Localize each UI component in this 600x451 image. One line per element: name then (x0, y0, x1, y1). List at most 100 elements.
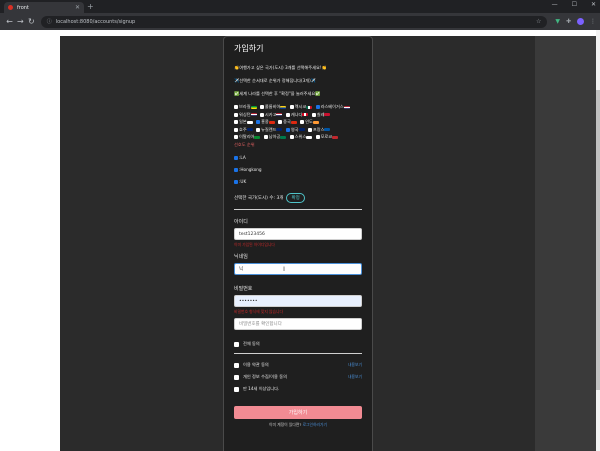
password-confirm-placeholder: 비밀번호를 확인합니다 (239, 322, 282, 327)
reload-icon[interactable]: ↻ (26, 17, 37, 26)
country-label: 라스베이거스 (320, 104, 344, 109)
country-checkbox[interactable] (234, 120, 238, 124)
login-note: 이미 계정이 있다면? 로그인하러가기 (234, 422, 362, 428)
selected-check-icon (234, 168, 238, 172)
login-link[interactable]: 로그인하러가기 (303, 422, 327, 427)
country-checkbox-checked[interactable] (285, 127, 290, 132)
divider (234, 209, 362, 210)
newzealand-flag-icon (276, 128, 283, 131)
country-checkbox[interactable] (234, 135, 238, 139)
browser-toolbar: ← → ↻ ⓘ localhost:8080/accounts/signup ☆… (0, 13, 600, 30)
notice-line: 👏여행가고 싶은 국가(도시) 3개를 선택해주세요!👏 (234, 65, 327, 70)
password-error: 비밀번호 형식에 맞지 않습니다 (234, 309, 284, 314)
confirm-button[interactable]: 확정 (286, 193, 305, 203)
brazil-flag-icon (250, 105, 257, 109)
country-list: 브라질 콜롬비아 멕시코 라스베이거스 워싱턴 시카고 캐나다 칠레 일본 홍콩… (234, 103, 362, 148)
scrollbar[interactable] (596, 30, 600, 451)
id-input[interactable]: test123456 (234, 228, 362, 240)
selected-item: :UK (234, 178, 362, 185)
country-label: 홍콩 (261, 119, 269, 124)
agree-all-label: 전체 동의 (243, 341, 260, 346)
tab-title: front (17, 4, 29, 11)
extensions-icon[interactable]: ✚ (566, 18, 571, 25)
profile-avatar[interactable] (577, 18, 584, 25)
scrollbar-thumb[interactable] (596, 90, 600, 390)
selected-label: :LA (239, 155, 246, 160)
new-tab-icon[interactable]: + (87, 2, 94, 12)
password-label: 비밀번호 (234, 286, 253, 292)
menu-icon[interactable]: ⋮ (590, 18, 596, 25)
term-view-link[interactable]: 내용보기 (348, 362, 362, 368)
country-label: 콜롬비아 (264, 104, 281, 109)
agree-all-row[interactable]: 전체 동의 (234, 341, 362, 347)
window-close-icon[interactable]: ✕ (591, 1, 596, 8)
country-label: 프랑스 (312, 126, 325, 132)
country-checkbox[interactable] (234, 105, 238, 109)
id-label: 아이디 (234, 219, 248, 225)
extensions: ▼ ✚ ⋮ (555, 18, 596, 25)
page-viewport: 가입하기 👏여행가고 싶은 국가(도시) 3개를 선택해주세요!👏 ✈️선택한 … (0, 30, 600, 451)
vue-devtools-icon[interactable]: ▼ (555, 18, 560, 25)
country-checkbox[interactable] (300, 120, 305, 124)
browser-tab[interactable]: front ✕ (4, 2, 84, 13)
back-icon[interactable]: ← (4, 17, 15, 26)
country-label: 인도 (305, 119, 313, 124)
country-checkbox-checked[interactable] (315, 105, 320, 109)
country-checkbox[interactable] (256, 127, 261, 132)
uk-flag-icon (298, 128, 305, 131)
term-label: 만 14세 이상입니다. (243, 386, 280, 391)
country-label: 일본 (239, 119, 247, 124)
country-label: 남아공 (268, 134, 281, 139)
country-checkbox[interactable] (307, 127, 312, 132)
maximize-icon[interactable]: ☐ (572, 1, 577, 8)
agree-all-checkbox[interactable] (234, 341, 239, 347)
term-label: 개인 정보 수집/이용 동의 (243, 374, 287, 379)
country-checkbox[interactable] (234, 127, 238, 132)
country-checkbox[interactable] (289, 135, 294, 139)
url-text: localhost:8080/accounts/signup (55, 18, 136, 25)
tab-close-icon[interactable]: ✕ (75, 4, 80, 11)
term-view-link[interactable]: 내용보기 (348, 374, 362, 380)
nickname-value: 닉 (239, 267, 244, 272)
country-label: 멕시코 (294, 104, 307, 109)
country-checkbox-checked[interactable] (256, 120, 261, 124)
country-label: 중국 (283, 119, 291, 124)
signup-card: 가입하기 👏여행가고 싶은 국가(도시) 3개를 선택해주세요!👏 ✈️선택한 … (223, 36, 373, 451)
australia-flag-icon (246, 128, 253, 131)
text-cursor-icon: I (283, 265, 285, 273)
selected-count-row: 선택한 국가(도시) 수: 3개 확정 (234, 193, 362, 203)
login-prefix: 이미 계정이 있다면? (268, 422, 302, 427)
term-checkbox[interactable] (234, 386, 239, 392)
country-label: 캐나다 (290, 111, 303, 117)
signup-button[interactable]: 가입하기 (234, 406, 362, 419)
forward-icon[interactable]: → (15, 17, 26, 26)
country-label: 이탈리아 (239, 134, 255, 139)
term-checkbox[interactable] (234, 362, 239, 368)
password-input[interactable]: ••••••• (234, 295, 362, 307)
nickname-input[interactable]: 닉I (234, 263, 362, 275)
usa-flag-icon (276, 113, 283, 116)
country-checkbox[interactable] (259, 112, 264, 117)
bookmark-star-icon[interactable]: ☆ (536, 18, 541, 25)
country-checkbox[interactable] (315, 135, 320, 139)
country-checkbox[interactable] (278, 120, 283, 124)
info-icon[interactable]: ⓘ (47, 18, 52, 25)
usa-flag-icon (343, 105, 350, 109)
country-checkbox[interactable] (263, 135, 268, 139)
password-confirm-input[interactable]: 비밀번호를 확인합니다 (234, 318, 362, 330)
country-row: 호주 뉴질랜드 영국 프랑스 (234, 126, 362, 134)
term-item: 만 14세 이상입니다. (234, 386, 362, 392)
page-title: 가입하기 (234, 44, 264, 53)
term-checkbox[interactable] (234, 374, 239, 380)
minimize-icon[interactable]: — (552, 1, 558, 8)
country-label: 칠레 (316, 111, 325, 117)
mexico-flag-icon (306, 105, 313, 109)
country-checkbox[interactable] (285, 112, 290, 117)
address-bar[interactable]: ⓘ localhost:8080/accounts/signup ☆ (40, 15, 548, 28)
country-checkbox[interactable] (259, 105, 264, 109)
country-checkbox[interactable] (234, 112, 238, 117)
country-checkbox[interactable] (311, 112, 316, 117)
id-error: 이미 가입된 아이디입니다 (234, 242, 275, 247)
page-right-panel (535, 36, 600, 451)
country-checkbox[interactable] (289, 105, 294, 109)
